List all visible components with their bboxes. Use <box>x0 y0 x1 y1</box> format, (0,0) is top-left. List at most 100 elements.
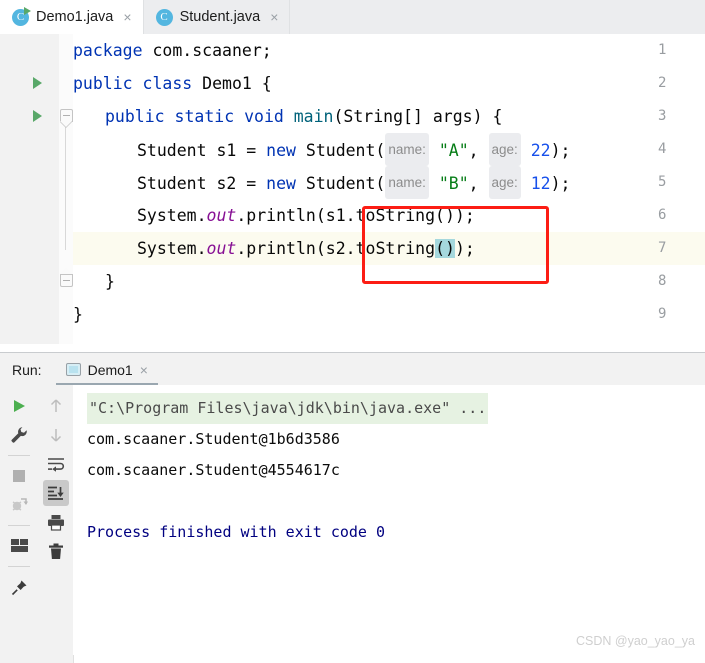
close-icon[interactable]: × <box>140 362 148 378</box>
fold-rail[interactable] <box>59 34 73 344</box>
editor-gutter[interactable] <box>0 34 60 344</box>
run-tab-label: Demo1 <box>87 361 133 378</box>
console-output[interactable]: "C:\Program Files\java\jdk\bin\java.exe"… <box>73 385 705 655</box>
token-system: System. <box>137 206 207 225</box>
token-dot: . <box>236 206 247 225</box>
console-output-line: com.scaaner.Student@1b6d3586 <box>87 430 340 448</box>
code-line-1: package com.scaaner; <box>73 34 272 67</box>
watermark: CSDN @yao_yao_ya <box>576 634 695 648</box>
editor-tab-bar: C Demo1.java × C Student.java × <box>0 0 705 35</box>
code-line-2: public class Demo1 { <box>73 67 272 100</box>
token-keyword: package <box>73 41 143 60</box>
selected-text: () <box>435 239 455 258</box>
token-field-out: out <box>206 239 237 258</box>
token-keyword: new <box>266 174 296 193</box>
console-output-line: com.scaaner.Student@4554617c <box>87 461 340 479</box>
param-hint-age: age: <box>488 166 521 199</box>
token-args: (s1.toString()); <box>315 206 475 225</box>
token-dot: . <box>236 239 247 258</box>
code-line-6: System.out.println(s1.toString()); <box>137 199 475 232</box>
rerun-icon[interactable] <box>6 393 32 419</box>
token-ctor: Student( <box>295 141 386 160</box>
fold-end-icon[interactable] <box>60 268 73 287</box>
token-classname: Demo1 <box>202 74 252 93</box>
code-line-7: System.out.println(s2.toString()); <box>137 232 475 265</box>
token-package: com.scaaner; <box>142 41 272 60</box>
ide-window: C Demo1.java × C Student.java × 1 2 3 4 … <box>0 0 705 663</box>
token-keyword: public static void <box>105 107 284 126</box>
token-decl: Student s2 = <box>137 174 267 193</box>
soft-wrap-icon[interactable] <box>43 451 69 477</box>
print-icon[interactable] <box>43 509 69 535</box>
token-ctor: Student( <box>295 174 386 193</box>
run-tool-window-header: Run: Demo1 × <box>0 352 705 387</box>
token-end: ); <box>550 141 571 160</box>
java-runnable-class-icon: C <box>12 6 31 26</box>
toolbar-divider <box>8 566 30 567</box>
code-editor[interactable]: 1 2 3 4 5 6 7 8 9 package com.scaaner; p… <box>0 34 705 344</box>
close-icon[interactable]: × <box>270 10 278 24</box>
run-tool-window-body: "C:\Program Files\java\jdk\bin\java.exe"… <box>0 385 705 663</box>
token-method: main <box>293 107 334 126</box>
token-decl: Student s1 = <box>137 141 267 160</box>
editor-tab-label: Student.java <box>179 9 261 25</box>
code-text-area[interactable]: package com.scaaner; public class Demo1 … <box>73 34 705 344</box>
console-exit-line: Process finished with exit code 0 <box>87 523 386 541</box>
run-method-gutter-icon[interactable] <box>33 110 42 122</box>
down-arrow-icon[interactable] <box>43 422 69 448</box>
token-number: 12 <box>530 174 551 193</box>
param-hint-name: name: <box>385 166 429 199</box>
editor-tab-student[interactable]: C Student.java × <box>144 0 291 34</box>
token-string: "B" <box>438 174 469 193</box>
token-args-tail: ); <box>454 239 475 258</box>
toolbar-divider <box>8 455 30 456</box>
settings-wrench-icon[interactable] <box>6 422 32 448</box>
token-keyword: class <box>142 74 193 93</box>
code-line-4: Student s1 = new Student(name: "A", age:… <box>137 133 570 167</box>
console-command-row: "C:\Program Files\java\jdk\bin\java.exe"… <box>87 393 705 424</box>
stop-icon[interactable] <box>6 463 32 489</box>
token-brace: } <box>105 272 115 291</box>
run-class-gutter-icon[interactable] <box>33 77 42 89</box>
run-window-label: Run: <box>12 361 42 378</box>
editor-tab-label: Demo1.java <box>36 9 114 25</box>
editor-tab-demo1[interactable]: C Demo1.java × <box>0 0 144 34</box>
close-icon[interactable]: × <box>123 10 131 24</box>
token-brace: } <box>73 305 83 324</box>
code-line-3: public static void main(String[] args) { <box>105 100 502 133</box>
layout-settings-icon[interactable] <box>6 533 32 559</box>
token-brace: { <box>261 74 272 93</box>
code-line-8: } <box>105 265 115 298</box>
param-hint-name: name: <box>385 133 429 166</box>
param-hint-age: age: <box>488 133 521 166</box>
fold-expanded-icon[interactable] <box>60 109 73 122</box>
rerun-failed-tests-icon[interactable] <box>6 492 32 518</box>
pin-tab-icon[interactable] <box>6 574 32 600</box>
scroll-to-end-icon[interactable] <box>42 480 69 506</box>
token-end: ); <box>550 174 571 193</box>
toolbar-divider <box>8 525 30 526</box>
run-left-toolbar <box>0 385 39 663</box>
run-right-toolbar <box>38 385 74 663</box>
token-system: System. <box>137 239 207 258</box>
run-tab-demo1[interactable]: Demo1 × <box>55 353 159 386</box>
code-line-9: } <box>73 298 83 331</box>
token-field-out: out <box>206 206 237 225</box>
console-icon <box>65 363 81 376</box>
console-command-line: "C:\Program Files\java\jdk\bin\java.exe"… <box>87 393 489 424</box>
token-string: "A" <box>438 141 469 160</box>
java-class-icon: C <box>155 8 173 26</box>
up-arrow-icon[interactable] <box>43 393 69 419</box>
token-keyword: public <box>73 74 133 93</box>
token-comma: , <box>468 141 489 160</box>
token-number: 22 <box>530 141 551 160</box>
token-method-println: println <box>246 239 316 258</box>
clear-all-icon[interactable] <box>43 538 69 564</box>
token-keyword: new <box>266 141 296 160</box>
code-line-5: Student s2 = new Student(name: "B", age:… <box>137 166 570 200</box>
token-method-println: println <box>246 206 316 225</box>
token-comma: , <box>468 174 489 193</box>
token-args: (s2.toString <box>315 239 436 258</box>
token-signature: (String[] args) { <box>333 107 503 126</box>
